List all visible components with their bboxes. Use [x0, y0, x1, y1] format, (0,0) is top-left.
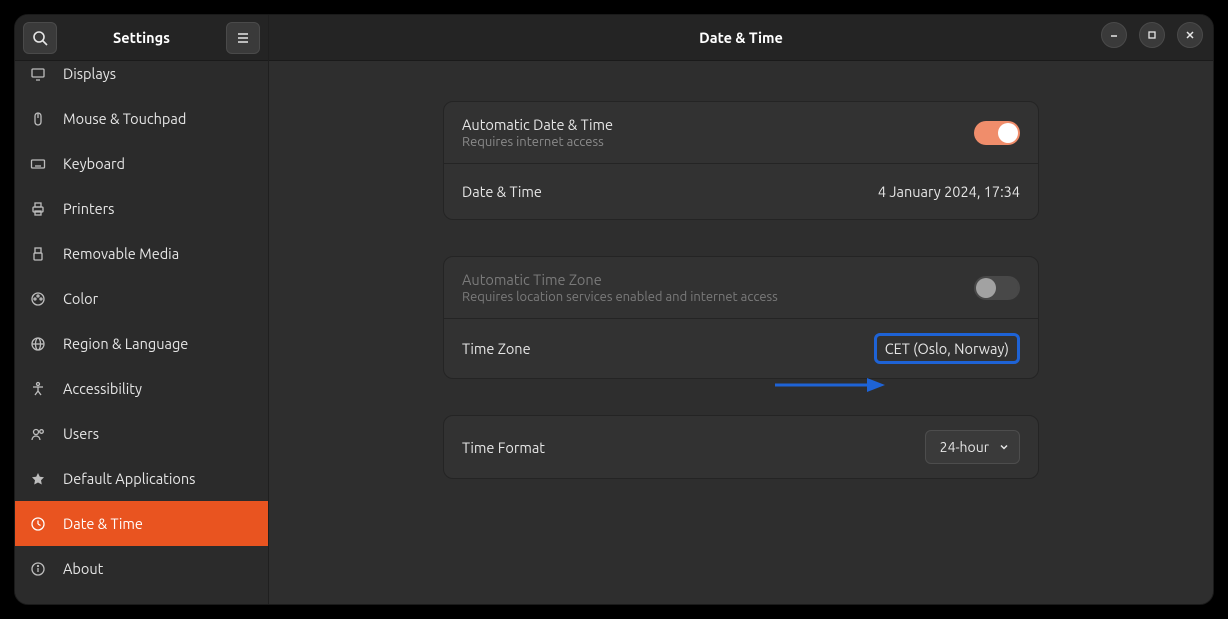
sidebar-item-about[interactable]: About: [15, 546, 268, 591]
mouse-icon: [29, 110, 47, 128]
switch-auto-datetime[interactable]: [974, 121, 1020, 145]
minimize-icon: [1109, 30, 1119, 40]
dropdown-timeformat[interactable]: 24-hour: [925, 430, 1020, 464]
switch-auto-timezone[interactable]: [974, 276, 1020, 300]
row-labels: Automatic Date & Time Requires internet …: [462, 116, 613, 149]
sidebar-item-date-time[interactable]: Date & Time: [15, 501, 268, 546]
sidebar-item-removable-media[interactable]: Removable Media: [15, 231, 268, 276]
sidebar-item-displays[interactable]: Displays: [15, 61, 268, 96]
sidebar-item-label: Accessibility: [63, 380, 142, 397]
sidebar-item-mouse-touchpad[interactable]: Mouse & Touchpad: [15, 96, 268, 141]
accessibility-icon: [29, 380, 47, 398]
maximize-icon: [1147, 30, 1157, 40]
usb-icon: [29, 245, 47, 263]
main-header: Date & Time: [269, 15, 1213, 61]
color-icon: [29, 290, 47, 308]
group-timeformat: Time Format 24-hour: [443, 415, 1039, 479]
users-icon: [29, 425, 47, 443]
close-icon: [1185, 30, 1195, 40]
page-title: Date & Time: [699, 29, 783, 46]
sidebar-item-label: Removable Media: [63, 245, 179, 262]
minimize-button[interactable]: [1101, 22, 1127, 48]
row-datetime[interactable]: Date & Time 4 January 2024, 17:34: [444, 163, 1038, 219]
settings-window: Settings Displays Mouse & Touchpad Keybo…: [14, 14, 1214, 605]
globe-icon: [29, 335, 47, 353]
sidebar-item-keyboard[interactable]: Keyboard: [15, 141, 268, 186]
row-auto-datetime[interactable]: Automatic Date & Time Requires internet …: [444, 102, 1038, 163]
app-title: Settings: [65, 29, 218, 46]
sidebar-item-label: Mouse & Touchpad: [63, 110, 186, 127]
displays-icon: [29, 65, 47, 83]
printer-icon: [29, 200, 47, 218]
clock-icon: [29, 515, 47, 533]
main-panel: Date & Time Automatic Date & Time: [269, 15, 1213, 604]
sidebar-item-label: Keyboard: [63, 155, 125, 172]
sidebar-item-default-apps[interactable]: Default Applications: [15, 456, 268, 501]
row-title: Automatic Date & Time: [462, 116, 613, 133]
row-title: Time Zone: [462, 340, 531, 357]
sidebar-item-label: Printers: [63, 200, 114, 217]
search-button[interactable]: [23, 22, 57, 54]
sidebar-item-label: Date & Time: [63, 515, 143, 532]
hamburger-icon: [235, 30, 251, 46]
search-icon: [32, 30, 48, 46]
sidebar-item-accessibility[interactable]: Accessibility: [15, 366, 268, 411]
chevron-down-icon: [999, 442, 1009, 452]
group-timezone: Automatic Time Zone Requires location se…: [443, 256, 1039, 379]
star-icon: [29, 470, 47, 488]
row-labels: Automatic Time Zone Requires location se…: [462, 271, 778, 304]
sidebar-header: Settings: [15, 15, 268, 61]
row-title: Automatic Time Zone: [462, 271, 778, 288]
sidebar-item-label: Displays: [63, 65, 116, 82]
row-timezone[interactable]: Time Zone CET (Oslo, Norway): [444, 318, 1038, 378]
hamburger-button[interactable]: [226, 22, 260, 54]
sidebar-item-users[interactable]: Users: [15, 411, 268, 456]
sidebar-item-printers[interactable]: Printers: [15, 186, 268, 231]
sidebar-item-label: Region & Language: [63, 335, 188, 352]
close-button[interactable]: [1177, 22, 1203, 48]
sidebar-item-color[interactable]: Color: [15, 276, 268, 321]
annotation-arrow: [775, 375, 885, 395]
row-auto-timezone[interactable]: Automatic Time Zone Requires location se…: [444, 257, 1038, 318]
info-icon: [29, 560, 47, 578]
sidebar-item-label: Users: [63, 425, 99, 442]
row-subtitle: Requires location services enabled and i…: [462, 290, 778, 304]
sidebar-list: Displays Mouse & Touchpad Keyboard Print…: [15, 61, 268, 604]
sidebar-item-label: Color: [63, 290, 98, 307]
timezone-value-highlighted[interactable]: CET (Oslo, Norway): [874, 333, 1020, 364]
maximize-button[interactable]: [1139, 22, 1165, 48]
row-title: Date & Time: [462, 183, 542, 200]
sidebar-item-label: About: [63, 560, 103, 577]
row-subtitle: Requires internet access: [462, 135, 613, 149]
sidebar: Settings Displays Mouse & Touchpad Keybo…: [15, 15, 269, 604]
datetime-value: 4 January 2024, 17:34: [878, 183, 1020, 200]
dropdown-value: 24-hour: [940, 439, 989, 455]
content-area: Automatic Date & Time Requires internet …: [269, 61, 1213, 604]
row-title: Time Format: [462, 439, 545, 456]
keyboard-icon: [29, 155, 47, 173]
row-timeformat: Time Format 24-hour: [444, 416, 1038, 478]
sidebar-item-region-language[interactable]: Region & Language: [15, 321, 268, 366]
sidebar-item-label: Default Applications: [63, 470, 195, 487]
window-controls: [1101, 22, 1203, 48]
group-datetime: Automatic Date & Time Requires internet …: [443, 101, 1039, 220]
